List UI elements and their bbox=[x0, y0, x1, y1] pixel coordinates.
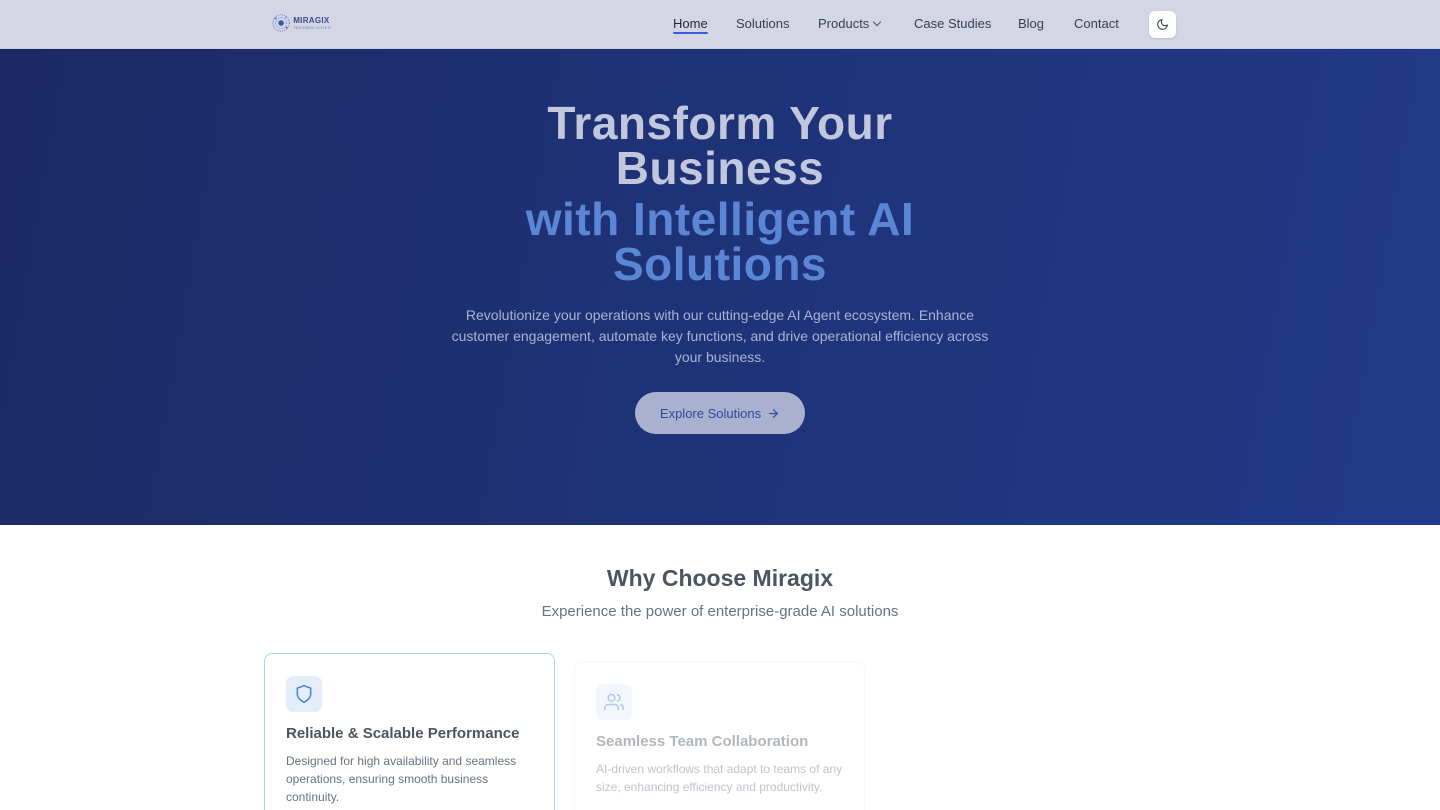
moon-icon bbox=[1157, 19, 1168, 30]
logo-tagline: TECHNOLOGIES bbox=[293, 24, 331, 30]
card-title: Seamless Team Collaboration bbox=[596, 733, 809, 750]
nav-contact[interactable]: Contact bbox=[1074, 16, 1119, 31]
logo-globe-icon bbox=[272, 14, 290, 32]
nav-products-label: Products bbox=[818, 16, 870, 31]
logo-name: MIRAGIX bbox=[293, 15, 330, 25]
nav-home[interactable]: Home bbox=[673, 16, 708, 34]
site-header: MIRAGIX TECHNOLOGIES Home Solutions Prod… bbox=[0, 0, 1440, 49]
hero-title-line1: Transform Your Business bbox=[0, 97, 1440, 194]
nav-products[interactable]: Products bbox=[818, 16, 882, 31]
explore-solutions-button[interactable]: Explore Solutions bbox=[635, 392, 805, 434]
card-description: Designed for high availability and seaml… bbox=[286, 754, 517, 804]
nav-solutions[interactable]: Solutions bbox=[736, 16, 789, 31]
feature-card-performance[interactable]: Reliable & Scalable Performance Designed… bbox=[264, 653, 555, 810]
feature-card-collaboration[interactable]: Seamless Team Collaboration AI-driven wo… bbox=[574, 661, 865, 810]
card-title: Reliable & Scalable Performance bbox=[286, 725, 520, 742]
users-icon bbox=[604, 693, 624, 711]
card-icon-container bbox=[286, 676, 322, 712]
section-subtitle: Experience the power of enterprise-grade… bbox=[541, 603, 899, 620]
theme-toggle-button[interactable] bbox=[1149, 11, 1176, 38]
logo[interactable]: MIRAGIX TECHNOLOGIES bbox=[271, 10, 331, 36]
hero-title-line2: with Intelligent AI Solutions bbox=[0, 193, 1440, 290]
explore-solutions-label: Explore Solutions bbox=[659, 405, 762, 421]
nav-case-studies[interactable]: Case Studies bbox=[914, 16, 991, 31]
hero-title-line2-text: with Intelligent AI Solutions bbox=[525, 193, 915, 290]
card-description: AI-driven workflows that adapt to teams … bbox=[596, 762, 843, 794]
card-icon-container bbox=[596, 684, 632, 720]
hero-description: Revolutionize your operations with our c… bbox=[451, 307, 989, 365]
arrow-right-icon bbox=[769, 408, 778, 418]
section-title: Why Choose Miragix bbox=[606, 565, 834, 591]
nav-blog[interactable]: Blog bbox=[1018, 16, 1044, 31]
shield-icon bbox=[296, 684, 312, 704]
hero-title-line1-text: Transform Your Business bbox=[547, 97, 893, 194]
chevron-down-icon bbox=[873, 17, 882, 27]
